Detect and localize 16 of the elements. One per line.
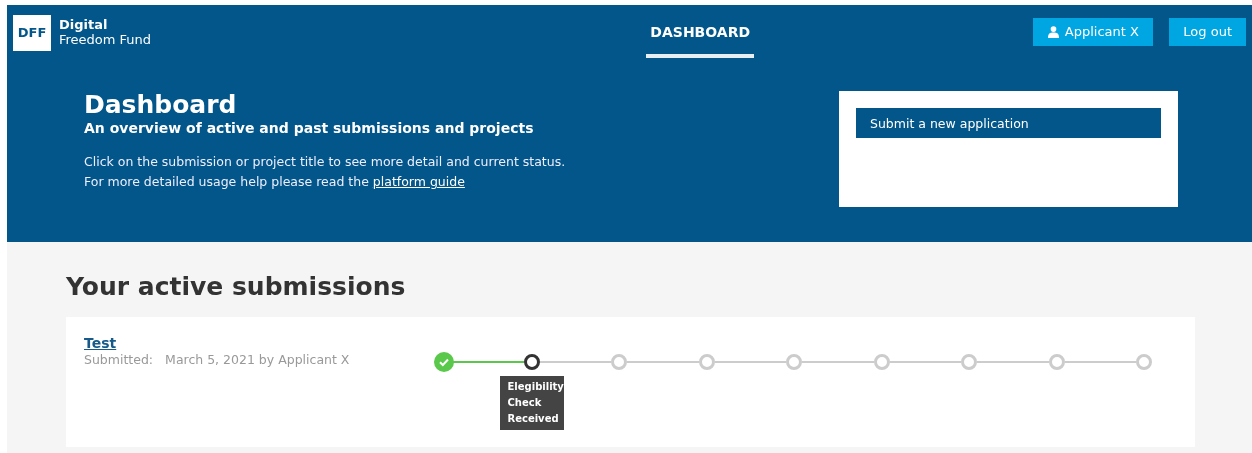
help-text: For more detailed usage help please read the platform guide	[84, 173, 466, 191]
logo[interactable]: DFF	[13, 14, 51, 51]
submission-link[interactable]: Test	[84, 335, 117, 351]
page-subtitle: An overview of active and past submissions and projects	[84, 120, 535, 136]
step-tooltip: Elegibility Check Received	[499, 376, 564, 430]
step-node[interactable]	[523, 354, 540, 370]
submitted-label: Submitted:	[84, 352, 154, 367]
brand-name: Freedom Fund	[59, 31, 152, 47]
brand-name: Digital	[59, 16, 109, 32]
guide-link[interactable]: platform guide	[372, 174, 465, 189]
person-icon	[1047, 25, 1059, 38]
page-title: Dashboard	[84, 90, 238, 120]
submitted-value: March 5, 2021 by Applicant X	[165, 352, 350, 367]
help-text: Click on the submission or project title to see more detail and current status.	[84, 153, 567, 171]
section-heading: Your active submissions	[66, 272, 407, 301]
submit-button[interactable]: Submit a new application	[856, 108, 1161, 138]
